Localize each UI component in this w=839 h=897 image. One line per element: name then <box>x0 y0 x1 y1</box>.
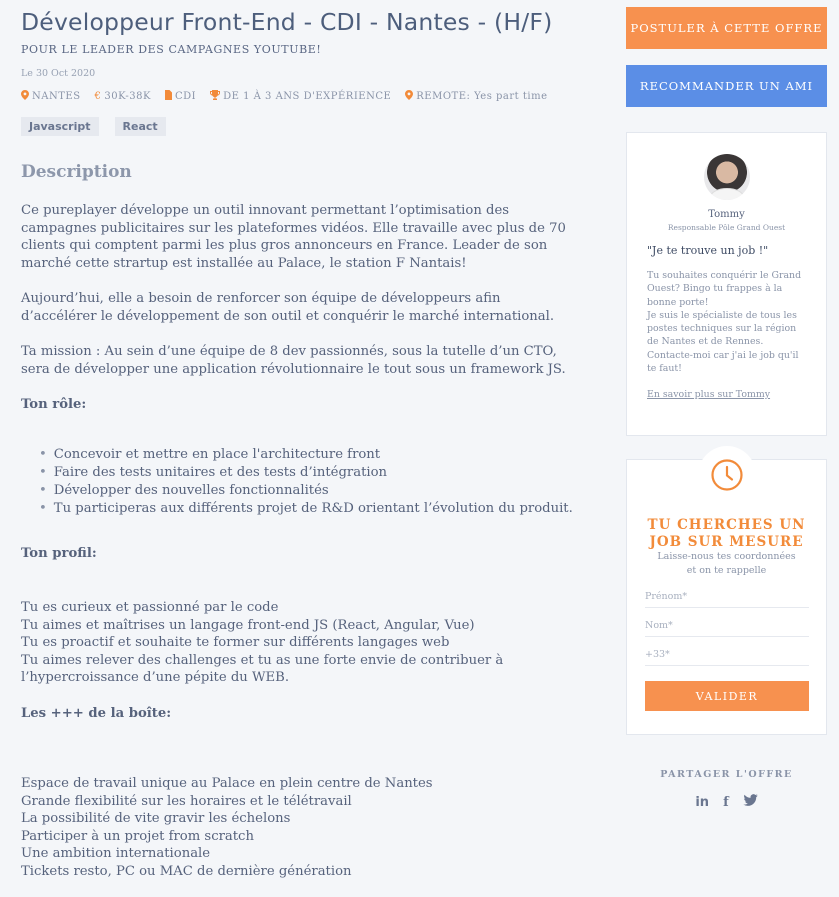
meta-salary: € 30K-38K <box>95 90 151 103</box>
role-list: Concevoir et mettre en place l'architect… <box>39 446 573 518</box>
description-heading: Description <box>21 162 132 182</box>
lastname-field[interactable] <box>645 618 809 637</box>
callback-form-card: TU CHERCHES UN JOB SUR MESURE Laisse-nou… <box>626 446 827 735</box>
text-line: postes techniques sur la région <box>647 323 797 335</box>
firstname-field[interactable] <box>645 589 809 608</box>
text-line: Je suis le spécialiste de tous les <box>647 309 797 321</box>
list-item: Concevoir et mettre en place l'architect… <box>39 446 573 464</box>
recruiter-quote: "Je te trouve un job !" <box>647 244 769 257</box>
text-line: Ouest? Bingo tu frappes à la <box>647 283 783 295</box>
form-title-line: JOB SUR MESURE <box>649 534 804 550</box>
recruiter-card: Tommy Responsable Pôle Grand Ouest "Je t… <box>626 132 827 436</box>
text-line: Tu es proactif et souhaite te former sur… <box>21 635 450 650</box>
share-icons: in f <box>626 794 827 810</box>
facebook-icon[interactable]: f <box>723 795 729 810</box>
text-line: sera de développer une application révol… <box>21 361 566 377</box>
text-line: clients qui comptent parmi les plus gros… <box>21 238 548 253</box>
list-item: Développer des nouvelles fonctionnalités <box>39 482 573 500</box>
role-heading: Ton rôle: <box>21 397 87 412</box>
description-paragraph-2: Aujourd’hui, elle a besoin de renforcer … <box>21 290 581 325</box>
list-item: Tu participeras aux différents projet de… <box>39 500 573 518</box>
recruiter-more-link[interactable]: En savoir plus sur Tommy <box>647 389 770 400</box>
job-title: Développeur Front-End - CDI - Nantes - (… <box>21 8 553 36</box>
submit-button[interactable]: VALIDER <box>645 681 809 711</box>
profile-text: Tu es curieux et passionné par le code T… <box>21 599 581 687</box>
meta-experience-text: DE 1 À 3 ANS D'EXPÉRIENCE <box>223 91 392 102</box>
clock-icon <box>698 446 756 504</box>
meta-location: NANTES <box>21 90 81 103</box>
form-title-line: TU CHERCHES UN <box>647 517 806 533</box>
document-icon <box>164 90 172 103</box>
text-line: Ce pureplayer développe un outil innovan… <box>21 203 510 218</box>
job-date: Le 30 Oct 2020 <box>21 68 96 79</box>
recruiter-role: Responsable Pôle Grand Ouest <box>667 223 786 232</box>
description-paragraph-3: Ta mission : Au sein d’une équipe de 8 d… <box>21 343 581 378</box>
list-item: Faire des tests unitaires et des tests d… <box>39 464 573 482</box>
text-line: Tu souhaites conquérir le Grand <box>647 270 802 281</box>
text-line: marché cette strartup est installée au P… <box>21 255 467 271</box>
form-subtitle-line: et on te rappelle <box>686 565 767 576</box>
job-subtitle: POUR LE LEADER DES CAMPAGNES YOUTUBE! <box>21 43 322 56</box>
text-line: Tu es curieux et passionné par le code <box>21 600 279 615</box>
recruiter-name: Tommy <box>708 209 745 220</box>
form-subtitle: Laisse-nous tes coordonnées et on te rap… <box>627 550 826 578</box>
avatar <box>704 154 750 200</box>
text-line: Tu aimes relever des challenges et tu as… <box>21 652 504 668</box>
euro-icon: € <box>94 91 102 102</box>
job-meta: NANTES € 30K-38K CDI DE 1 À 3 ANS D'EXPÉ… <box>21 90 547 103</box>
trophy-icon <box>210 90 221 103</box>
text-line: Tu aimes et maîtrises un langage front-e… <box>21 617 475 633</box>
text-line: Participer à un projet from scratch <box>21 828 254 844</box>
meta-experience: DE 1 À 3 ANS D'EXPÉRIENCE <box>210 90 391 103</box>
meta-contract-text: CDI <box>174 91 197 102</box>
tech-tags: Javascript React <box>21 117 166 136</box>
perks-heading: Les +++ de la boîte: <box>21 706 172 721</box>
description-paragraph-1: Ce pureplayer développe un outil innovan… <box>21 202 581 272</box>
meta-salary-text: 30K-38K <box>104 91 151 102</box>
text-line: Ta mission : Au sein d’une équipe de 8 d… <box>21 344 557 359</box>
meta-location-text: NANTES <box>32 91 81 102</box>
text-line: Grande flexibilité sur les horaires et l… <box>21 793 352 809</box>
linkedin-icon[interactable]: in <box>695 795 709 810</box>
tag-react[interactable]: React <box>114 117 166 136</box>
recommend-friend-button[interactable]: RECOMMANDER UN AMI <box>626 65 827 107</box>
location-pin-icon <box>405 90 414 103</box>
text-line: te faut! <box>647 363 682 375</box>
text-line: Une ambition internationale <box>21 846 211 861</box>
text-line: La possibilité de vite gravir les échelo… <box>21 811 291 826</box>
form-subtitle-line: Laisse-nous tes coordonnées <box>657 551 796 562</box>
share-label: PARTAGER L'OFFRE <box>660 769 793 780</box>
text-line: Espace de travail unique au Palace en pl… <box>21 776 433 791</box>
text-line: de Nantes et de Rennes. <box>647 336 764 348</box>
tag-javascript[interactable]: Javascript <box>21 117 99 136</box>
meta-remote: REMOTE: Yes part time <box>405 90 547 103</box>
text-line: l’hypercroissance d’une pépite du WEB. <box>21 670 290 685</box>
text-line: Tickets resto, PC ou MAC de dernière gén… <box>21 863 352 879</box>
phone-field[interactable] <box>645 647 809 666</box>
form-title: TU CHERCHES UN JOB SUR MESURE <box>627 517 826 551</box>
meta-contract: CDI <box>164 90 197 103</box>
text-line: d’accélérer le développement de son outi… <box>21 308 555 324</box>
twitter-icon[interactable] <box>742 794 758 810</box>
text-line: bonne porte! <box>647 296 709 308</box>
location-pin-icon <box>21 90 29 103</box>
apply-button[interactable]: POSTULER À CETTE OFFRE <box>626 7 827 49</box>
text-line: Aujourd’hui, elle a besoin de renforcer … <box>21 291 501 306</box>
text-line: campagnes publicitaires sur les platefor… <box>21 220 566 236</box>
perks-text: Espace de travail unique au Palace en pl… <box>21 775 581 880</box>
text-line: Contacte-moi car j'ai le job qu'il <box>647 349 799 361</box>
recruiter-description: Tu souhaites conquérir le Grand Ouest? B… <box>647 269 817 375</box>
meta-remote-text: REMOTE: Yes part time <box>416 91 548 102</box>
profile-heading: Ton profil: <box>21 546 97 561</box>
